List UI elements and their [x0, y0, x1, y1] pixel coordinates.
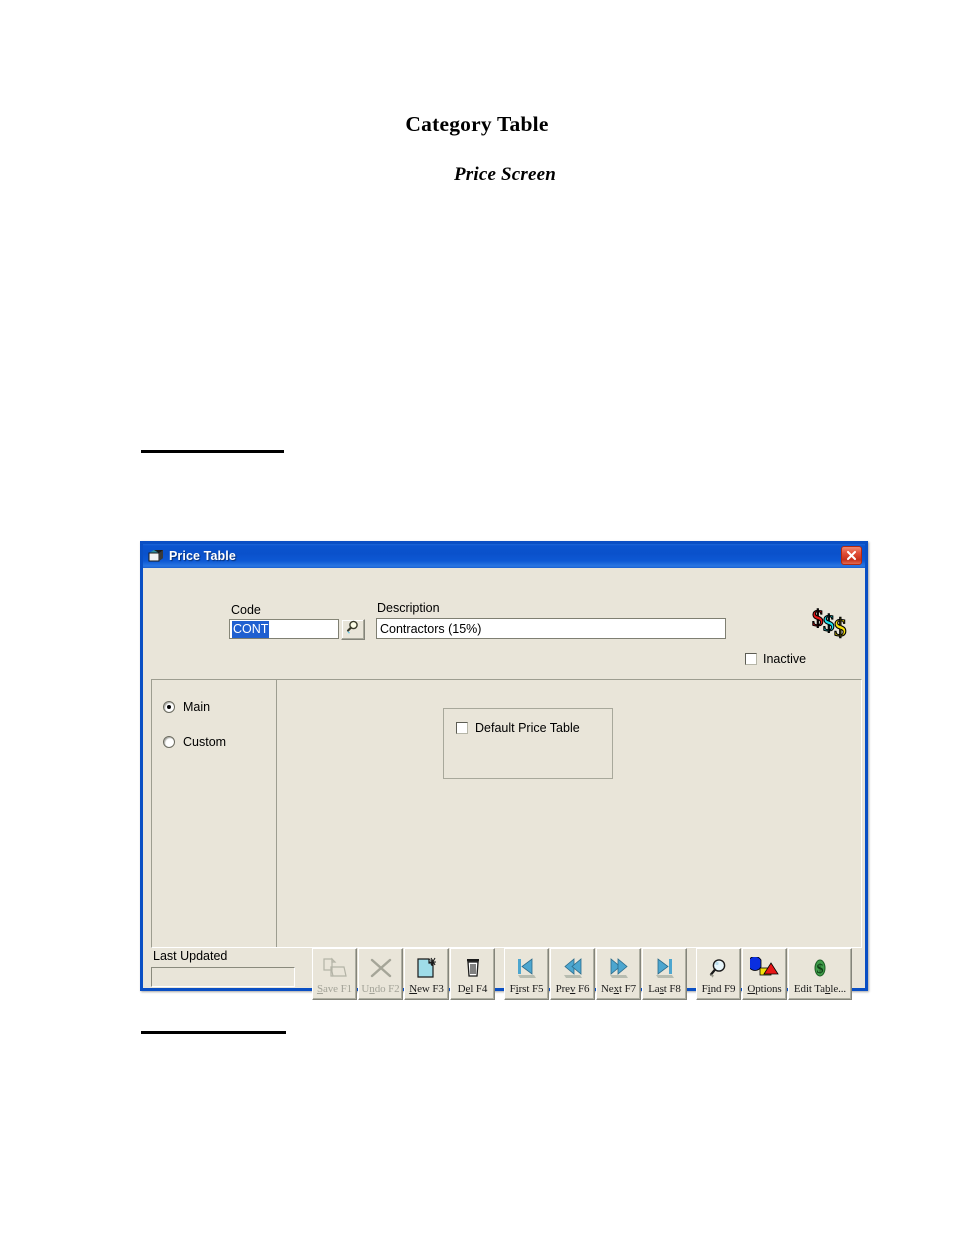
last-updated-field — [151, 967, 295, 987]
options-button-label: Options — [747, 983, 782, 995]
next-button[interactable]: Next F7 — [596, 948, 641, 1000]
new-document-icon — [414, 954, 440, 982]
radio-custom-indicator[interactable] — [163, 736, 175, 748]
shapes-icon — [749, 954, 780, 982]
edit-table-button[interactable]: $ Edit Table... — [788, 948, 852, 1000]
close-icon[interactable] — [841, 546, 862, 565]
radio-main-indicator[interactable] — [163, 701, 175, 713]
last-button[interactable]: Last F8 — [642, 948, 687, 1000]
undo-button[interactable]: Undo F2 — [358, 948, 403, 1000]
prev-button-label: Prev F6 — [555, 983, 590, 995]
first-button-label: First F5 — [509, 983, 544, 995]
first-record-icon — [514, 954, 540, 982]
description-label: Description — [377, 601, 440, 615]
radio-custom-label: Custom — [183, 735, 227, 749]
dollar-signs-icon: $ $ $ — [811, 604, 854, 642]
last-record-icon — [652, 954, 678, 982]
svg-text:$: $ — [834, 615, 847, 642]
edit-table-button-label: Edit Table... — [793, 983, 847, 995]
window-app-icon — [148, 549, 164, 564]
dollar-leaf-icon: $ — [809, 954, 831, 982]
last-updated-label: Last Updated — [153, 949, 228, 963]
save-button[interactable]: Save F1 — [312, 948, 357, 1000]
dialog-body: Code CONT Description Contractors (15%) … — [143, 568, 865, 1000]
divider-top — [141, 450, 284, 453]
prev-record-icon — [560, 954, 586, 982]
svg-text:$: $ — [823, 611, 835, 636]
default-price-table-label: Default Price Table — [475, 721, 580, 735]
code-label: Code — [231, 603, 261, 617]
new-button-label: New F3 — [409, 983, 444, 995]
next-record-icon — [606, 954, 632, 982]
footer-toolbar: Last Updated Save F1 Undo F2 New F3 Del … — [151, 948, 862, 1003]
code-input[interactable]: CONT — [229, 619, 339, 639]
undo-button-label: Undo F2 — [361, 983, 400, 995]
toolbar-buttons: Save F1 Undo F2 New F3 Del F4 First F5 P… — [312, 948, 853, 1000]
code-lookup-button[interactable] — [341, 619, 365, 640]
last-button-label: Last F8 — [648, 983, 681, 995]
radio-option-main[interactable]: Main — [163, 700, 210, 714]
new-button[interactable]: New F3 — [404, 948, 449, 1000]
prev-button[interactable]: Prev F6 — [550, 948, 595, 1000]
first-button[interactable]: First F5 — [504, 948, 549, 1000]
default-price-table-row[interactable]: Default Price Table — [456, 721, 580, 735]
window-title: Price Table — [169, 549, 236, 563]
undo-x-icon — [368, 954, 394, 982]
next-button-label: Next F7 — [600, 983, 637, 995]
inactive-checkbox[interactable] — [745, 653, 757, 665]
svg-text:$: $ — [817, 962, 824, 977]
divider-bottom — [141, 1031, 286, 1034]
find-button-label: Find F9 — [701, 983, 736, 995]
magnifier-icon — [345, 619, 361, 640]
delete-button[interactable]: Del F4 — [450, 948, 495, 1000]
delete-button-label: Del F4 — [457, 983, 488, 995]
main-panel: Main Custom Default Price Table — [151, 679, 862, 948]
options-button[interactable]: Options — [742, 948, 787, 1000]
price-table-window: Price Table Code CONT Description Contra… — [140, 541, 868, 1000]
code-input-value: CONT — [232, 620, 270, 638]
page-title: Category Table — [405, 112, 549, 136]
inactive-checkbox-row[interactable]: Inactive — [745, 652, 806, 666]
radio-option-custom[interactable]: Custom — [163, 735, 226, 749]
find-button[interactable]: Find F9 — [696, 948, 741, 1000]
save-button-label: Save F1 — [316, 983, 353, 995]
window-titlebar[interactable]: Price Table — [143, 544, 865, 568]
inactive-label: Inactive — [763, 652, 807, 666]
default-price-table-group: Default Price Table — [443, 708, 613, 779]
page-subtitle: Price Screen — [453, 164, 557, 185]
trash-icon — [460, 954, 486, 982]
radio-main-label: Main — [183, 700, 211, 714]
default-price-table-checkbox[interactable] — [456, 722, 468, 734]
magnifier-icon — [706, 954, 732, 982]
left-options-pane: Main Custom — [152, 680, 277, 947]
svg-text:$: $ — [812, 606, 824, 631]
save-icon — [322, 954, 348, 982]
description-input[interactable]: Contractors (15%) — [376, 618, 726, 639]
